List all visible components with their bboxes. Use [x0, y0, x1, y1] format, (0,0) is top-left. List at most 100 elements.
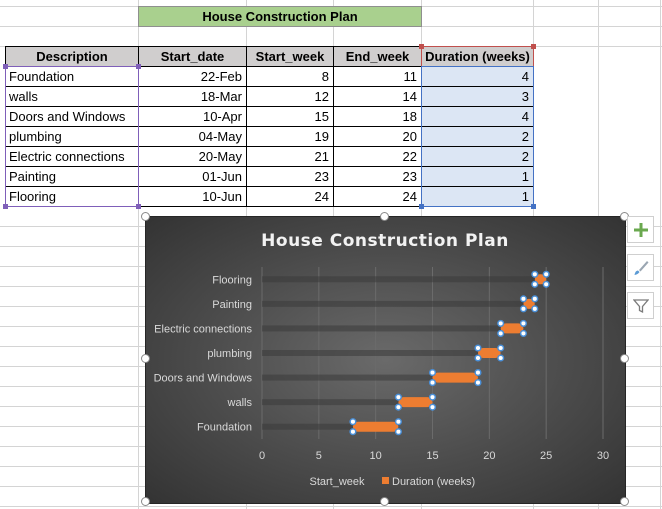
bar-selection-handle	[474, 344, 482, 352]
cell-start-week[interactable]: 23	[246, 166, 334, 187]
cell-end-week[interactable]: 20	[333, 126, 422, 147]
cell-description[interactable]: plumbing	[5, 126, 139, 147]
duration-bar	[477, 348, 501, 358]
y-category-label: Foundation	[197, 422, 252, 434]
cell-description[interactable]: walls	[5, 86, 139, 107]
range-handle[interactable]	[136, 204, 141, 209]
bar-selection-handle	[428, 393, 437, 401]
cell-start-date[interactable]: 01-Jun	[138, 166, 247, 187]
cell-description[interactable]: Flooring	[5, 186, 139, 207]
bar-selection-handle	[519, 295, 527, 303]
spreadsheet-grid[interactable]: House Construction Plan Description Star…	[0, 0, 662, 509]
cell-start-week[interactable]: 19	[246, 126, 334, 147]
bar-selection-handle	[349, 428, 357, 436]
chart-plot-svg: House Construction Plan 0 5 10 15 20 25 30 Found…	[154, 231, 610, 488]
range-handle[interactable]	[3, 204, 8, 209]
bar-selection-handle	[394, 403, 402, 411]
x-tick-label: 15	[426, 450, 438, 462]
cell-start-week[interactable]: 8	[246, 66, 334, 87]
chart-resize-handle[interactable]	[380, 497, 389, 506]
cell-description[interactable]: Doors and Windows	[5, 106, 139, 127]
header-end-week[interactable]: End_week	[333, 46, 422, 67]
duration-bar	[432, 372, 478, 383]
cell-duration[interactable]: 2	[421, 126, 534, 147]
cell-start-date[interactable]: 20-May	[138, 146, 247, 167]
x-tick-label: 10	[370, 450, 382, 462]
cell-duration[interactable]: 1	[421, 186, 534, 207]
legend-label-duration: Duration (weeks)	[392, 476, 475, 488]
bar-selection-handle	[497, 354, 505, 362]
range-handle[interactable]	[136, 64, 141, 69]
cell-start-week[interactable]: 15	[246, 106, 334, 127]
bar-selection-handle	[542, 270, 550, 278]
header-start-week[interactable]: Start_week	[246, 46, 334, 67]
y-category-label: Electric connections	[154, 323, 252, 335]
cell-description[interactable]: Painting	[5, 166, 139, 187]
y-category-label: Painting	[212, 299, 252, 311]
bar-selection-handle	[497, 319, 505, 327]
chart-resize-handle[interactable]	[380, 212, 389, 221]
cell-duration[interactable]: 4	[421, 66, 534, 87]
cell-duration[interactable]: 3	[421, 86, 534, 107]
bar-selection-handle	[428, 369, 437, 377]
cell-description[interactable]: Electric connections	[5, 146, 139, 167]
cell-start-date[interactable]: 10-Jun	[138, 186, 247, 207]
bar-selection-handle	[474, 369, 482, 377]
cell-start-date[interactable]: 18-Mar	[138, 86, 247, 107]
duration-bar	[500, 323, 524, 334]
x-tick-label: 20	[483, 450, 495, 462]
chart-elements-button[interactable]	[627, 216, 654, 243]
gantt-chart[interactable]: House Construction Plan 0 5 10 15 20 25 30 Found…	[145, 216, 626, 504]
bar-selection-handle	[394, 393, 402, 401]
chart-styles-button[interactable]	[627, 254, 654, 281]
range-handle[interactable]	[531, 204, 536, 209]
bar-selection-handle	[519, 319, 527, 327]
range-handle[interactable]	[531, 44, 536, 49]
sheet-title-cell[interactable]: House Construction Plan	[138, 6, 422, 27]
chart-resize-handle[interactable]	[141, 354, 150, 363]
row-track	[262, 325, 524, 332]
cell-end-week[interactable]: 23	[333, 166, 422, 187]
x-tick-label: 30	[597, 450, 609, 462]
cell-end-week[interactable]: 18	[333, 106, 422, 127]
cell-start-week[interactable]: 21	[246, 146, 334, 167]
duration-bar	[398, 397, 433, 408]
bar-selection-handle	[349, 418, 357, 426]
chart-resize-handle[interactable]	[141, 497, 150, 506]
chart-resize-handle[interactable]	[620, 497, 629, 506]
cell-start-date[interactable]: 04-May	[138, 126, 247, 147]
row-gridline	[0, 506, 662, 507]
brush-icon	[634, 260, 648, 275]
bar-selection-handle	[474, 354, 482, 362]
cell-end-week[interactable]: 11	[333, 66, 422, 87]
chart-filters-button[interactable]	[627, 292, 654, 319]
bar-selection-handle	[428, 379, 437, 387]
cell-duration[interactable]: 1	[421, 166, 534, 187]
chart-resize-handle[interactable]	[141, 212, 150, 221]
cell-end-week[interactable]: 24	[333, 186, 422, 207]
cell-duration[interactable]: 4	[421, 106, 534, 127]
cell-start-date[interactable]: 10-Apr	[138, 106, 247, 127]
header-duration[interactable]: Duration (weeks)	[421, 46, 534, 67]
bar-selection-handle	[542, 280, 550, 288]
cell-description[interactable]: Foundation	[5, 66, 139, 87]
cell-duration[interactable]: 2	[421, 146, 534, 167]
header-description[interactable]: Description	[5, 46, 139, 67]
bar-selection-handle	[497, 344, 505, 352]
range-handle[interactable]	[419, 44, 424, 49]
cell-end-week[interactable]: 14	[333, 86, 422, 107]
y-category-label: plumbing	[207, 348, 252, 360]
header-start-date[interactable]: Start_date	[138, 46, 247, 67]
bar-selection-handle	[394, 428, 402, 436]
range-handle[interactable]	[3, 64, 8, 69]
bar-selection-handle	[394, 418, 402, 426]
bar-selection-handle	[519, 305, 527, 313]
duration-bar	[352, 421, 399, 432]
cell-start-week[interactable]: 12	[246, 86, 334, 107]
cell-start-date[interactable]: 22-Feb	[138, 66, 247, 87]
cell-end-week[interactable]: 22	[333, 146, 422, 167]
chart-resize-handle[interactable]	[620, 354, 629, 363]
filter-icon	[632, 298, 649, 313]
range-handle[interactable]	[419, 204, 424, 209]
cell-start-week[interactable]: 24	[246, 186, 334, 207]
